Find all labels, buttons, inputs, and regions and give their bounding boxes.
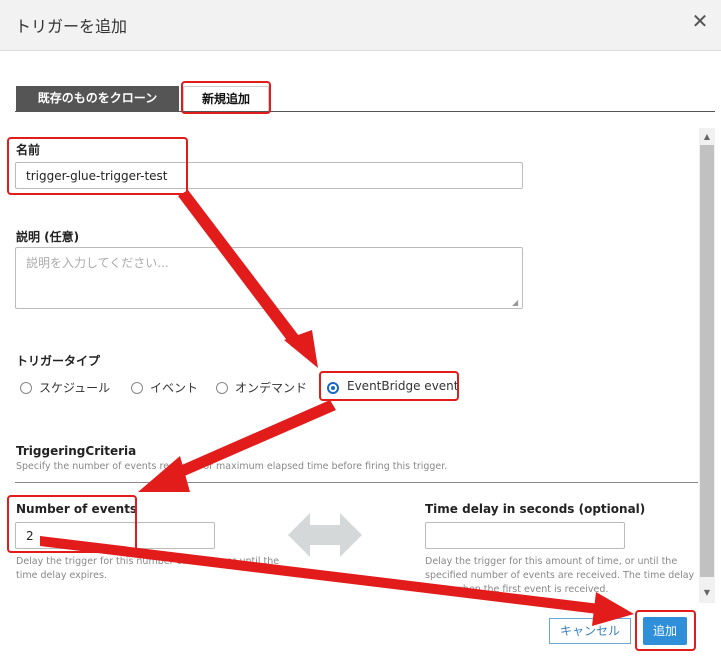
dialog-title: トリガーを追加 <box>15 17 128 36</box>
criteria-title: TriggeringCriteria <box>16 444 137 458</box>
scroll-up-icon[interactable]: ▲ <box>699 130 715 144</box>
radio-on-demand-label[interactable]: オンデマンド <box>235 379 307 396</box>
resize-handle-icon[interactable]: ◢ <box>512 298 518 307</box>
annotation-arrowhead-eventbridge <box>284 330 318 368</box>
radio-schedule-label[interactable]: スケジュール <box>39 379 110 396</box>
description-label: 説明 (任意) <box>16 230 80 244</box>
events-hint: Delay the trigger for this number of eve… <box>16 556 280 581</box>
scrollbar-thumb[interactable] <box>700 145 714 577</box>
highlight-add <box>635 610 696 651</box>
criteria-divider <box>15 482 698 483</box>
highlight-name <box>7 137 188 195</box>
scroll-down-icon[interactable]: ▼ <box>699 586 715 600</box>
highlight-tab-new <box>181 81 271 114</box>
tab-divider <box>15 111 715 112</box>
tab-clone-existing[interactable]: 既存のものをクローン <box>16 86 179 111</box>
radio-on-demand[interactable] <box>216 382 228 394</box>
highlight-events <box>7 495 137 553</box>
highlight-eventbridge <box>319 371 459 401</box>
close-icon[interactable]: ✕ <box>689 10 711 32</box>
description-textarea[interactable]: 説明を入力してください... <box>15 247 523 309</box>
delay-label: Time delay in seconds (optional) <box>425 502 646 516</box>
radio-event[interactable] <box>131 382 143 394</box>
trigger-type-label: トリガータイプ <box>16 354 101 368</box>
radio-event-label[interactable]: イベント <box>150 379 198 396</box>
radio-schedule[interactable] <box>20 382 32 394</box>
cancel-button[interactable]: キャンセル <box>549 618 631 644</box>
swap-arrows-icon <box>288 513 362 557</box>
delay-input[interactable] <box>425 522 625 549</box>
criteria-subtitle: Specify the number of events received or… <box>16 461 448 472</box>
delay-hint: Delay the trigger for this amount of tim… <box>425 556 695 595</box>
